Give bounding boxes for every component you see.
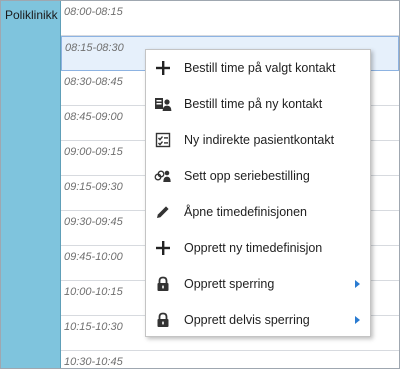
resource-label: Poliklinikk [5,8,58,22]
series-booking-icon [154,167,172,185]
menu-item-label: Bestill time på ny kontakt [184,97,323,111]
menu-item-label: Opprett ny timedefinisjon [184,241,323,255]
time-slot[interactable]: 08:00-08:15 [61,1,399,36]
new-contact-icon [154,95,172,113]
menu-item-open-time-definition[interactable]: Åpne timedefinisjonen [146,194,370,230]
slot-time: 08:00-08:15 [64,6,123,18]
menu-item-indirect-patient-contact[interactable]: Ny indirekte pasientkontakt [146,122,370,158]
menu-item-series-booking[interactable]: Sett opp seriebestilling [146,158,370,194]
menu-item-book-selected-contact[interactable]: Bestill time på valgt kontakt [146,50,370,86]
menu-item-label: Opprett sperring [184,277,275,291]
pencil-icon [154,203,172,221]
lock-icon [154,311,172,329]
slot-time: 08:45-09:00 [64,111,123,123]
menu-item-book-new-contact[interactable]: Bestill time på ny kontakt [146,86,370,122]
submenu-arrow-icon [355,316,360,324]
menu-item-label: Bestill time på valgt kontakt [184,61,336,75]
slot-time: 08:30-08:45 [64,76,123,88]
menu-item-create-partial-block[interactable]: Opprett delvis sperring [146,302,370,338]
menu-item-create-time-definition[interactable]: Opprett ny timedefinisjon [146,230,370,266]
menu-item-label: Åpne timedefinisjonen [184,205,307,219]
menu-item-label: Ny indirekte pasientkontakt [184,133,335,147]
slot-time: 09:00-09:15 [64,146,123,158]
plus-icon [154,59,172,77]
slot-time: 10:00-10:15 [64,286,123,298]
slot-time: 10:15-10:30 [64,321,123,333]
menu-item-label: Sett opp seriebestilling [184,169,310,183]
slot-time: 10:30-10:45 [64,356,123,368]
submenu-arrow-icon [355,280,360,288]
lock-icon [154,275,172,293]
menu-item-create-block[interactable]: Opprett sperring [146,266,370,302]
checklist-icon [154,131,172,149]
resource-column[interactable]: Poliklinikk [1,1,61,368]
slot-time: 08:15-08:30 [65,42,124,54]
calendar-frame: Poliklinikk 08:00-08:15 08:15-08:30 08:3… [0,0,400,369]
slot-time: 09:15-09:30 [64,181,123,193]
slot-time: 09:30-09:45 [64,216,123,228]
context-menu: Bestill time på valgt kontakt Bestill ti… [145,49,371,337]
plus-icon [154,239,172,257]
time-slot[interactable]: 10:30-10:45 [61,351,399,368]
slot-time: 09:45-10:00 [64,251,123,263]
menu-item-label: Opprett delvis sperring [184,313,310,327]
